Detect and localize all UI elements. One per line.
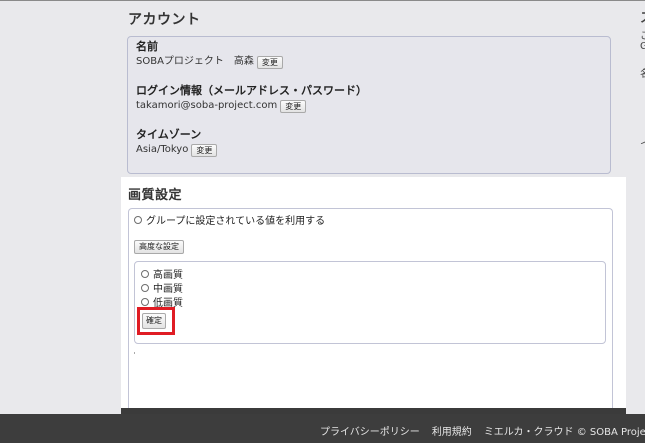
quality-option-medium[interactable]: 中画質 xyxy=(141,280,183,295)
quality-medium-label: 中画質 xyxy=(153,284,183,295)
right-column-text-4: イ xyxy=(640,140,645,150)
use-group-option[interactable]: グループに設定されている値を利用する xyxy=(134,212,325,227)
confirm-highlight-box xyxy=(137,307,175,335)
change-login-button[interactable]: 変更 xyxy=(280,99,307,113)
advanced-settings-button[interactable]: 高度な設定 xyxy=(134,240,184,254)
use-group-label: グループに設定されている値を利用する xyxy=(146,216,326,227)
quality-heading: 画質設定 xyxy=(128,188,183,203)
login-label: ログイン情報（メールアドレス・パスワード） xyxy=(136,84,367,97)
change-timezone-button[interactable]: 変更 xyxy=(191,143,218,157)
divider-mark xyxy=(134,352,135,354)
quality-medium-radio[interactable] xyxy=(141,283,149,292)
use-group-radio[interactable] xyxy=(134,215,142,224)
right-column-heading: ス xyxy=(640,12,645,25)
footer: プライバシーポリシー 利用規約 ミエルカ・クラウド © SOBA Projec xyxy=(0,414,645,443)
quality-high-radio[interactable] xyxy=(141,269,149,278)
name-label: 名前 xyxy=(136,40,158,53)
right-column-text-2: G xyxy=(640,41,645,52)
quality-option-high[interactable]: 高画質 xyxy=(141,266,183,281)
quality-low-radio[interactable] xyxy=(141,297,149,306)
top-border xyxy=(0,0,645,1)
terms-link[interactable]: 利用規約 xyxy=(432,423,472,438)
timezone-label: タイムゾーン xyxy=(136,128,202,141)
account-heading: アカウント xyxy=(128,12,201,28)
login-value: takamori@soba-project.com xyxy=(136,100,278,111)
login-field: ログイン情報（メールアドレス・パスワード） takamori@soba-proj… xyxy=(136,84,367,114)
privacy-policy-link[interactable]: プライバシーポリシー xyxy=(320,423,420,438)
timezone-field: タイムゾーン Asia/Tokyo 変更 xyxy=(136,128,218,158)
quality-high-label: 高画質 xyxy=(153,270,183,281)
name-value: SOBAプロジェクト 高森 xyxy=(136,56,254,67)
copyright-text: ミエルカ・クラウド © SOBA Projec xyxy=(483,427,645,438)
account-panel: 名前 SOBAプロジェクト 高森 変更 ログイン情報（メールアドレス・パスワード… xyxy=(127,36,611,174)
quality-options-box xyxy=(134,261,606,344)
change-name-button[interactable]: 変更 xyxy=(256,55,283,69)
right-column-text-3: 名 xyxy=(640,70,645,80)
timezone-value: Asia/Tokyo xyxy=(136,144,189,155)
name-field: 名前 SOBAプロジェクト 高森 変更 xyxy=(136,40,283,70)
